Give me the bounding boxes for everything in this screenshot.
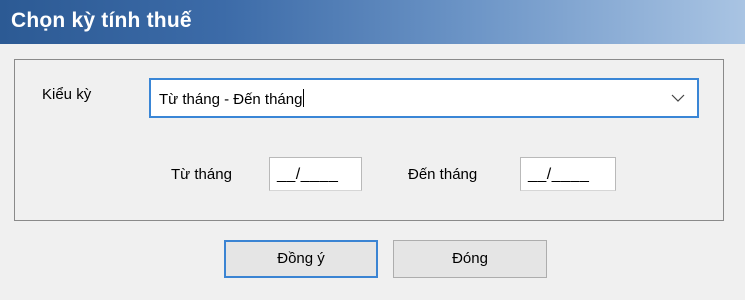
to-month-label: Đến tháng	[408, 166, 478, 183]
period-type-value: Từ tháng - Đến tháng	[159, 89, 305, 108]
close-button-label: Đóng	[452, 250, 488, 267]
ok-button[interactable]: Đồng ý	[224, 240, 378, 278]
period-type-select[interactable]: Từ tháng - Đến tháng	[149, 78, 699, 118]
period-type-label: Kiểu kỳ	[42, 86, 92, 103]
from-month-input[interactable]: __/____	[269, 157, 362, 191]
text-caret	[303, 89, 305, 107]
close-button[interactable]: Đóng	[393, 240, 547, 278]
title-bar[interactable]: Chọn kỳ tính thuế	[0, 0, 745, 44]
chevron-down-icon[interactable]	[671, 91, 685, 105]
ok-button-label: Đồng ý	[277, 250, 325, 267]
to-month-input[interactable]: __/____	[520, 157, 616, 191]
period-dialog: Chọn kỳ tính thuế Kiểu kỳ Từ tháng - Đến…	[0, 0, 745, 300]
dialog-title: Chọn kỳ tính thuế	[11, 9, 192, 32]
from-month-label: Từ tháng	[171, 166, 232, 183]
